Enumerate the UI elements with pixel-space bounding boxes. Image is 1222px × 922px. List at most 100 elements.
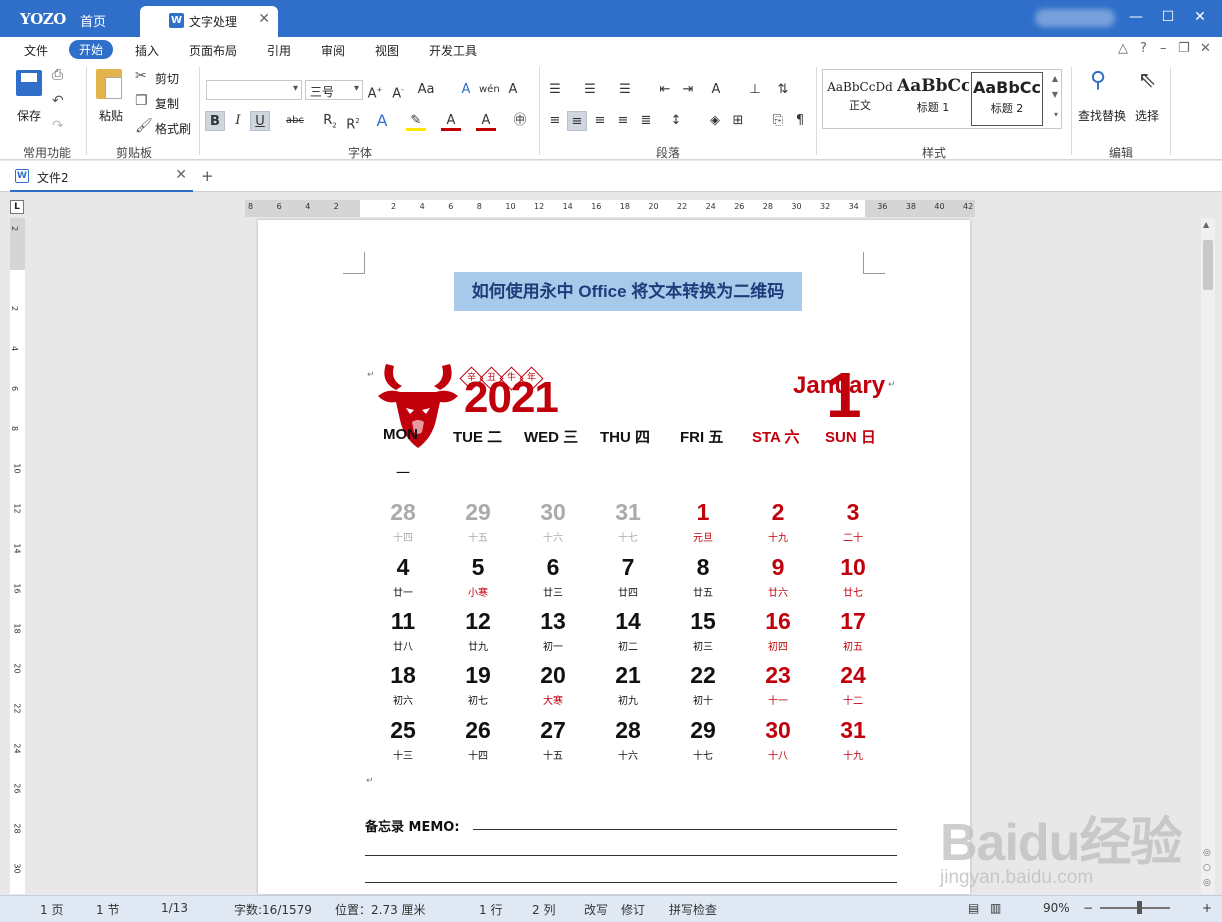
status-position[interactable]: 位置：2.73 厘米: [335, 901, 426, 918]
menu-review[interactable]: 审阅: [321, 42, 345, 59]
tab-stop-selector[interactable]: L: [10, 200, 24, 214]
scroll-thumb[interactable]: [1203, 240, 1213, 290]
word-processor-tab[interactable]: W 文字处理 ✕: [140, 6, 278, 37]
scroll-up-icon[interactable]: ▲: [1203, 220, 1209, 229]
menu-home[interactable]: 开始: [69, 40, 114, 59]
new-tab-button[interactable]: +: [201, 167, 214, 185]
change-case-icon[interactable]: Aa: [416, 80, 436, 100]
multilevel-list-icon[interactable]: ☰: [615, 80, 635, 100]
status-page[interactable]: 1 页: [40, 901, 63, 918]
select-cursor-icon[interactable]: ⇖: [1138, 68, 1156, 93]
zoom-level[interactable]: 90%: [1043, 901, 1070, 915]
status-spell-check[interactable]: 拼写检查: [669, 901, 717, 918]
menu-file[interactable]: 文件: [24, 42, 48, 59]
redo-icon[interactable]: ↷: [52, 118, 64, 134]
zoom-slider-thumb[interactable]: [1137, 901, 1142, 914]
italic-button[interactable]: I: [228, 111, 248, 131]
user-account-area[interactable]: [1035, 9, 1115, 27]
char-border-icon[interactable]: A: [503, 80, 523, 100]
enclose-char-icon[interactable]: ㊥: [510, 111, 530, 131]
zoom-slider[interactable]: [1100, 907, 1170, 909]
ribbon-minimize-icon[interactable]: –: [1160, 41, 1167, 56]
status-line[interactable]: 1 行: [479, 901, 502, 918]
status-word-count[interactable]: 字数:16/1579: [234, 901, 312, 918]
document-page[interactable]: 如何使用永中 Office 将文本转换为二维码 辛 丑 牛 年 2021 1 J…: [258, 220, 970, 894]
cut-button[interactable]: 剪切: [155, 70, 179, 87]
show-formatting-icon[interactable]: ⎘: [768, 111, 788, 131]
binoculars-icon[interactable]: ⚲: [1090, 68, 1106, 93]
sort-icon[interactable]: ⇅: [773, 80, 793, 100]
char-shading-icon[interactable]: A: [476, 111, 496, 131]
close-tab-icon[interactable]: ✕: [258, 11, 270, 27]
bullets-icon[interactable]: ☰: [545, 80, 565, 100]
strikethrough-button[interactable]: abc: [285, 111, 305, 131]
menu-page-layout[interactable]: 页面布局: [189, 42, 237, 59]
gallery-up-icon[interactable]: ▲: [1052, 74, 1058, 83]
paste-icon[interactable]: [96, 69, 122, 99]
superscript-button[interactable]: R2: [343, 111, 363, 132]
style-heading-2[interactable]: AaBbCc 标题 2: [971, 72, 1043, 126]
memo-line[interactable]: [473, 829, 897, 830]
underline-button[interactable]: U: [250, 111, 270, 131]
font-size-select[interactable]: 三号: [305, 80, 363, 100]
format-painter-button[interactable]: 格式刷: [155, 120, 191, 137]
page-view-icon[interactable]: ▤: [968, 901, 979, 915]
line-spacing-icon[interactable]: ↕: [666, 111, 686, 131]
zoom-in-icon[interactable]: +: [1202, 901, 1212, 915]
highlight-icon[interactable]: ✎: [406, 111, 426, 131]
minimize-icon[interactable]: —: [1126, 9, 1146, 25]
save-icon[interactable]: [16, 70, 42, 96]
browse-object-icon[interactable]: ○: [1203, 863, 1211, 873]
paragraph-mark-icon[interactable]: ¶: [790, 111, 810, 131]
memo-line[interactable]: [365, 882, 897, 883]
next-page-icon[interactable]: ◎: [1203, 878, 1211, 888]
shrink-font-icon[interactable]: A-: [388, 80, 408, 101]
grow-font-icon[interactable]: A+: [365, 80, 385, 101]
phonetic-guide-icon[interactable]: wén: [479, 80, 500, 100]
status-column[interactable]: 2 列: [532, 901, 555, 918]
vertical-scrollbar[interactable]: ▲ ◎ ○ ◎: [1201, 218, 1215, 894]
maximize-icon[interactable]: ☐: [1158, 9, 1178, 25]
text-direction-icon[interactable]: A: [706, 80, 726, 100]
format-painter-icon[interactable]: 🖌: [135, 118, 153, 134]
home-tab[interactable]: 首页: [80, 11, 106, 30]
collapse-ribbon-icon[interactable]: △: [1118, 41, 1128, 56]
status-page-count[interactable]: 1/13: [161, 901, 188, 915]
bold-button[interactable]: B: [205, 111, 225, 131]
web-view-icon[interactable]: ▥: [990, 901, 1001, 915]
decrease-indent-icon[interactable]: ⇤: [655, 80, 675, 100]
borders-icon[interactable]: ⊞: [728, 111, 748, 131]
ribbon-restore-icon[interactable]: ❐: [1178, 41, 1190, 56]
align-center-icon[interactable]: ≡: [567, 111, 587, 131]
document-tab[interactable]: W 文件2 ✕: [10, 164, 193, 192]
gallery-down-icon[interactable]: ▼: [1052, 90, 1058, 99]
font-color-icon[interactable]: A: [441, 111, 461, 131]
asian-layout-icon[interactable]: ⊥: [745, 80, 765, 100]
app-logo[interactable]: YOZO: [20, 10, 66, 28]
help-icon[interactable]: ?: [1140, 41, 1147, 56]
menu-view[interactable]: 视图: [375, 42, 399, 59]
horizontal-ruler[interactable]: 8 6 4 2 2 4 6 8 10 12 14 16 18 20 22 24 26 28 30 32 34 36 38 40…: [245, 200, 975, 217]
status-section[interactable]: 1 节: [96, 901, 119, 918]
justify-icon[interactable]: ≡: [613, 111, 633, 131]
numbering-icon[interactable]: ☰: [580, 80, 600, 100]
find-replace-button[interactable]: 查找替换: [1078, 107, 1126, 124]
copy-button[interactable]: 复制: [155, 95, 179, 112]
close-window-icon[interactable]: ✕: [1190, 9, 1210, 25]
shading-icon[interactable]: ◈: [705, 111, 725, 131]
text-effect-icon[interactable]: A: [372, 111, 392, 131]
clear-format-icon[interactable]: A: [456, 80, 476, 100]
menu-references[interactable]: 引用: [267, 42, 291, 59]
undo-icon[interactable]: ↶: [52, 93, 64, 109]
vertical-ruler[interactable]: 2 2 4 6 8 10 12 14 16 18 20 22 24 26 28 30: [10, 218, 25, 894]
style-normal[interactable]: AaBbCcDd 正文: [825, 72, 895, 126]
print-icon[interactable]: ⎙: [52, 67, 63, 83]
scissors-icon[interactable]: ✂: [135, 68, 147, 84]
subscript-button[interactable]: R2: [320, 111, 340, 131]
align-right-icon[interactable]: ≡: [590, 111, 610, 131]
status-revise[interactable]: 修订: [621, 901, 645, 918]
memo-line[interactable]: [365, 855, 897, 856]
status-overwrite[interactable]: 改写: [584, 901, 608, 918]
style-heading-1[interactable]: AaBbCc 标题 1: [897, 72, 969, 126]
zoom-out-icon[interactable]: −: [1083, 901, 1093, 915]
